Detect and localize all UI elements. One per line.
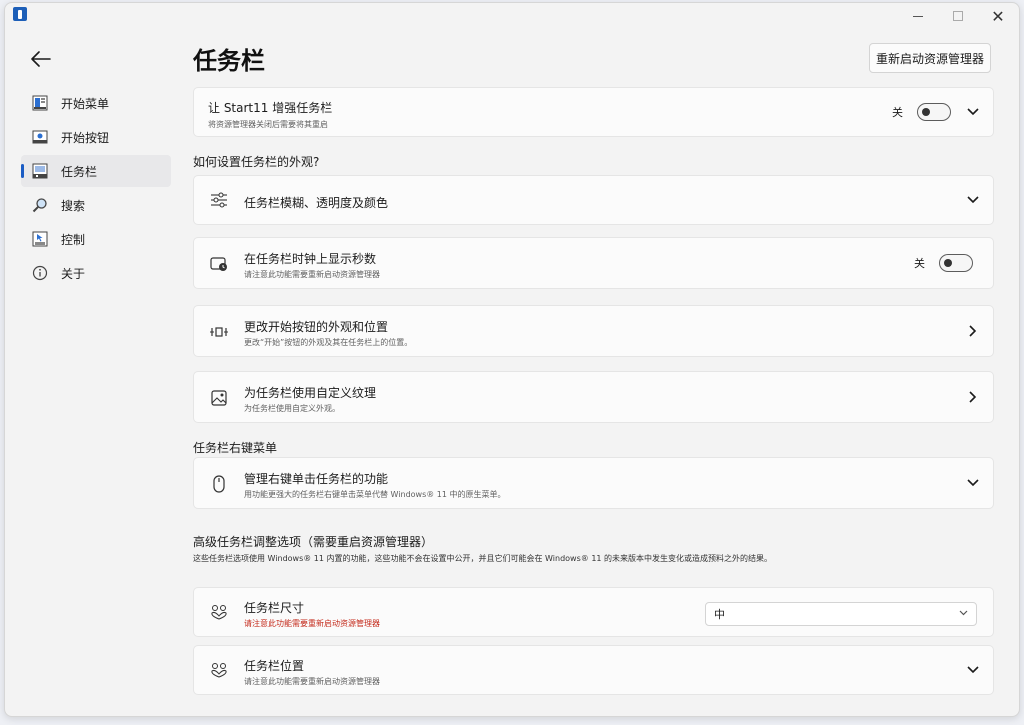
- toggle-state-label: 关: [914, 257, 925, 270]
- minimize-button[interactable]: [901, 5, 935, 27]
- chevron-down-icon[interactable]: [965, 475, 981, 491]
- active-indicator: [21, 164, 24, 178]
- enhance-toggle-group: 关: [892, 103, 951, 121]
- card-desc: 更改“开始”按钮的外观及其在任务栏上的位置。: [244, 338, 413, 347]
- taskbar-size-card: 任务栏尺寸 请注意此功能需要重新启动资源管理器 中: [193, 587, 994, 637]
- card-desc: 请注意此功能需要重新启动资源管理器: [244, 677, 380, 686]
- sidebar-item-label: 任务栏: [61, 164, 98, 179]
- app-logo-icon: [13, 7, 27, 21]
- chevron-right-icon[interactable]: [965, 323, 981, 339]
- sidebar-item-label: 开始菜单: [61, 96, 110, 111]
- start-menu-icon: [31, 94, 49, 112]
- back-button[interactable]: [27, 47, 55, 71]
- sliders-icon: [208, 189, 230, 211]
- card-title: 任务栏模糊、透明度及颜色: [244, 196, 389, 210]
- title-bar: ✕: [5, 3, 1019, 33]
- card-warning: 请注意此功能需要重新启动资源管理器: [244, 619, 380, 628]
- chevron-down-icon[interactable]: [965, 104, 981, 120]
- seconds-toggle-group: 关: [914, 254, 973, 272]
- select-value: 中: [714, 608, 725, 621]
- seconds-toggle[interactable]: [939, 254, 973, 272]
- chevron-down-icon: [958, 608, 968, 618]
- app-window: ✕ 开始菜单 开始按钮 任务栏 搜索 控制 关于 任务栏 重新启动资源管理器 让…: [4, 2, 1020, 717]
- enhance-taskbar-card[interactable]: 让 Start11 增强任务栏 将资源管理器关闭后需要将其重启 关: [193, 87, 994, 137]
- card-title: 管理右键单击任务栏的功能: [244, 472, 389, 486]
- advanced-section-description: 这些任务栏选项使用 Windows® 11 内置的功能，这些功能不会在设置中公开…: [193, 554, 773, 563]
- blur-transparency-color-card[interactable]: 任务栏模糊、透明度及颜色: [193, 175, 994, 225]
- hearts-icon: [208, 601, 230, 623]
- restart-explorer-button[interactable]: 重新启动资源管理器: [868, 43, 991, 73]
- sidebar-item-control[interactable]: 控制: [21, 223, 171, 255]
- sidebar-nav: 开始菜单 开始按钮 任务栏 搜索 控制 关于: [21, 87, 171, 291]
- hearts-icon: [208, 659, 230, 681]
- chevron-right-icon[interactable]: [965, 389, 981, 405]
- search-icon: [31, 196, 49, 214]
- clock-icon: [208, 253, 230, 275]
- right-click-menu-card[interactable]: 管理右键单击任务栏的功能 用功能更强大的任务栏右键单击菜单代替 Windows®…: [193, 457, 994, 509]
- clock-seconds-card: 在任务栏时钟上显示秒数 请注意此功能需要重新启动资源管理器 关: [193, 237, 994, 289]
- sidebar-item-label: 开始按钮: [61, 130, 110, 145]
- card-title: 任务栏尺寸: [244, 601, 305, 615]
- sidebar-item-about[interactable]: 关于: [21, 257, 171, 289]
- enhance-toggle[interactable]: [917, 103, 951, 121]
- custom-texture-card[interactable]: 为任务栏使用自定义纹理 为任务栏使用自定义外观。: [193, 371, 994, 423]
- maximize-button[interactable]: [941, 5, 975, 27]
- back-arrow-icon: [31, 51, 51, 67]
- chevron-down-icon[interactable]: [965, 662, 981, 678]
- sidebar-item-search[interactable]: 搜索: [21, 189, 171, 221]
- sidebar-item-taskbar[interactable]: 任务栏: [21, 155, 171, 187]
- toggle-state-label: 关: [892, 106, 903, 119]
- card-title: 任务栏位置: [244, 659, 305, 673]
- card-title: 让 Start11 增强任务栏: [208, 101, 333, 115]
- page-title: 任务栏: [193, 47, 265, 75]
- taskbar-position-card[interactable]: 任务栏位置 请注意此功能需要重新启动资源管理器: [193, 645, 994, 695]
- card-desc: 为任务栏使用自定义外观。: [244, 404, 340, 413]
- sidebar-item-start-menu[interactable]: 开始菜单: [21, 87, 171, 119]
- info-icon: [31, 264, 49, 282]
- card-desc: 请注意此功能需要重新启动资源管理器: [244, 270, 380, 279]
- advanced-section-heading: 高级任务栏调整选项（需要重启资源管理器）: [193, 535, 434, 549]
- close-button[interactable]: ✕: [981, 5, 1015, 27]
- image-icon: [208, 387, 230, 409]
- taskbar-icon: [31, 162, 49, 180]
- taskbar-size-select[interactable]: 中: [705, 602, 977, 626]
- card-title: 为任务栏使用自定义纹理: [244, 386, 377, 400]
- sidebar-item-label: 关于: [61, 266, 86, 281]
- mouse-icon: [208, 473, 230, 495]
- start-button-icon: [31, 128, 49, 146]
- start-button-position-icon: [208, 321, 230, 343]
- context-menu-section-heading: 任务栏右键菜单: [193, 441, 278, 455]
- card-desc: 将资源管理器关闭后需要将其重启: [208, 120, 328, 129]
- sidebar-item-label: 搜索: [61, 198, 86, 213]
- control-icon: [31, 230, 49, 248]
- start-button-appearance-card[interactable]: 更改开始按钮的外观和位置 更改“开始”按钮的外观及其在任务栏上的位置。: [193, 305, 994, 357]
- card-title: 在任务栏时钟上显示秒数: [244, 252, 377, 266]
- chevron-down-icon[interactable]: [965, 192, 981, 208]
- card-title: 更改开始按钮的外观和位置: [244, 320, 389, 334]
- card-desc: 用功能更强大的任务栏右键单击菜单代替 Windows® 11 中的原生菜单。: [244, 490, 506, 499]
- sidebar-item-start-button[interactable]: 开始按钮: [21, 121, 171, 153]
- sidebar-item-label: 控制: [61, 232, 86, 247]
- appearance-section-heading: 如何设置任务栏的外观?: [193, 155, 320, 169]
